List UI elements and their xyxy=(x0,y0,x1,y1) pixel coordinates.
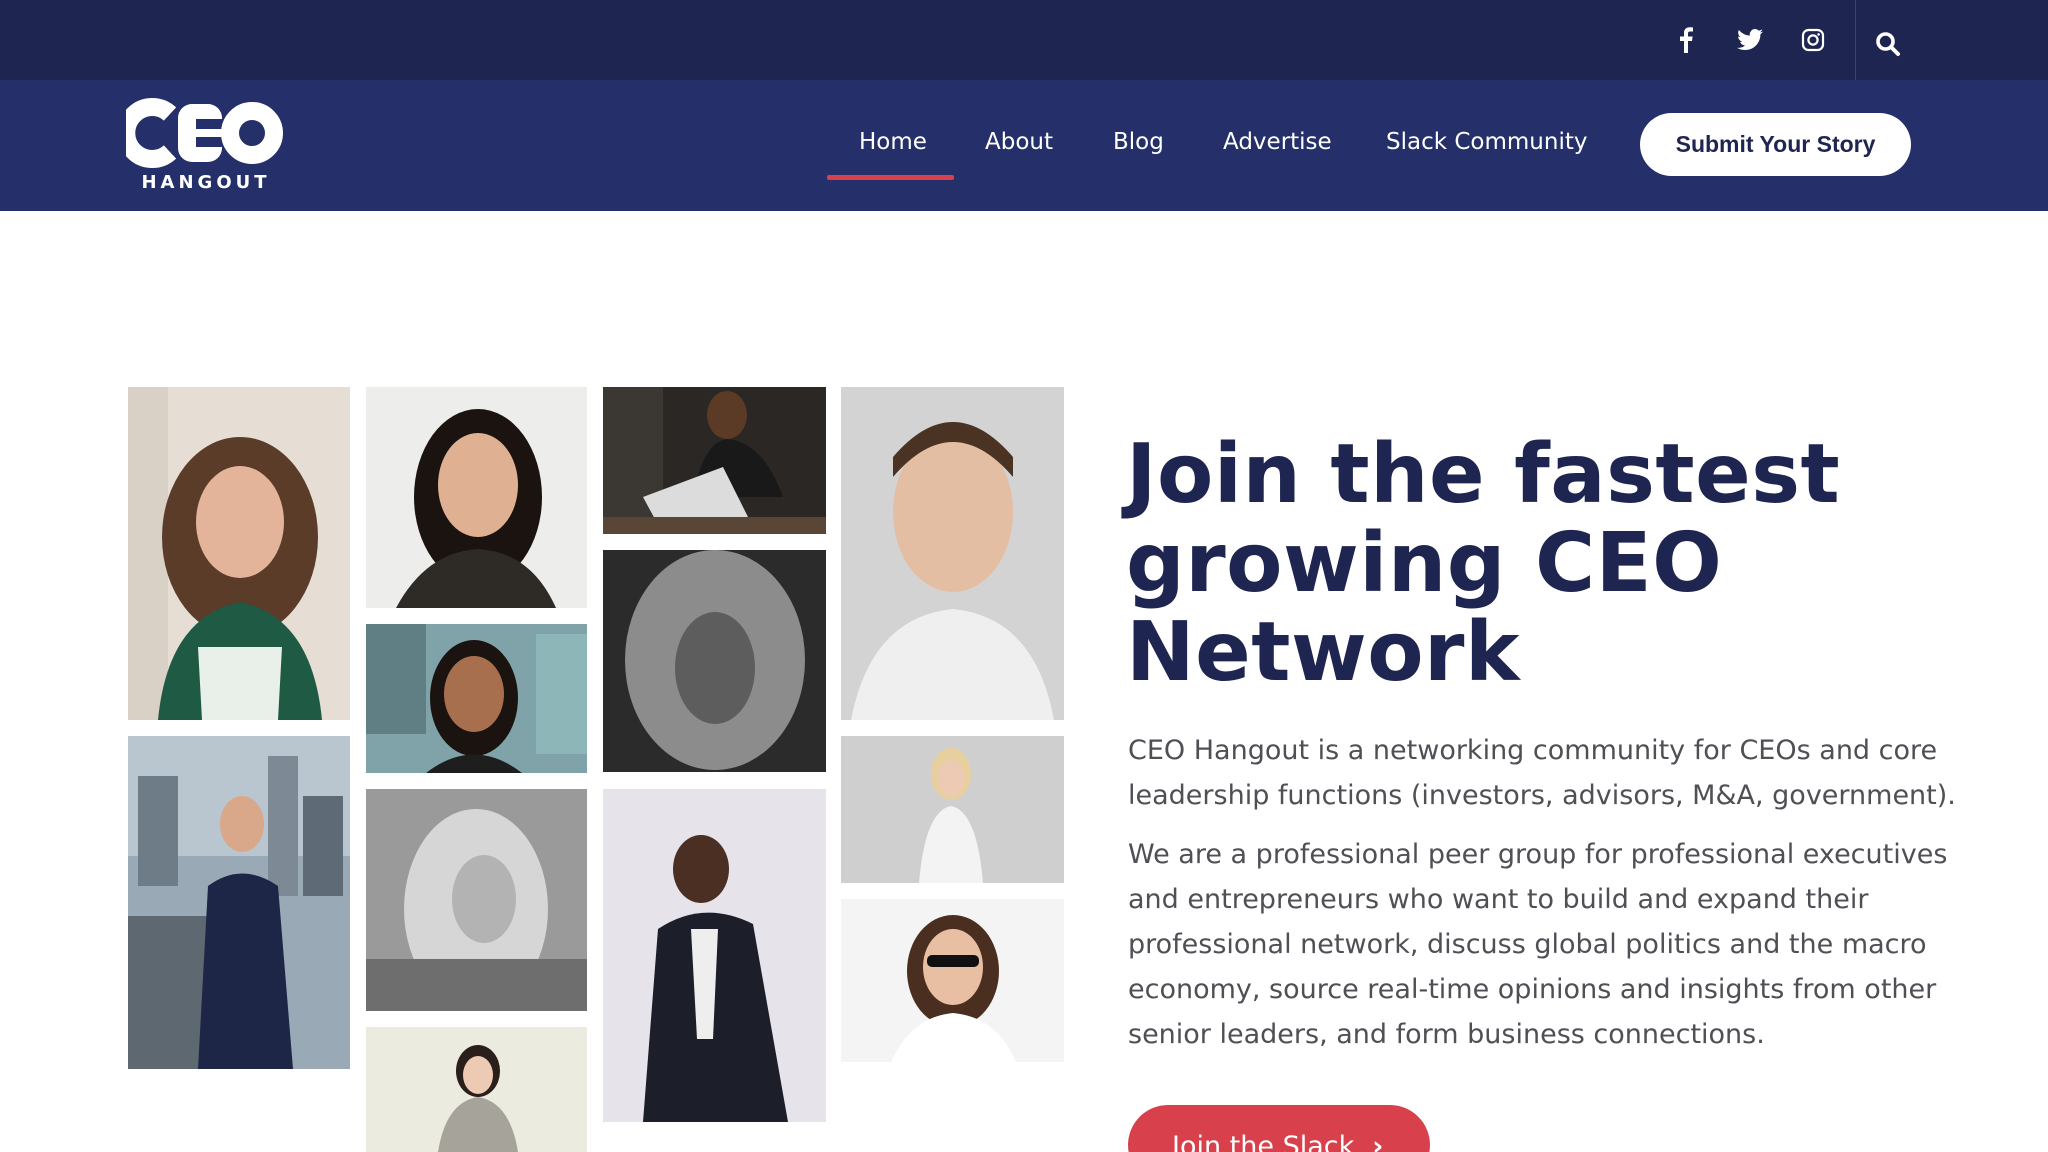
join-slack-label: Join the Slack xyxy=(1172,1131,1355,1152)
nav-item-blog[interactable]: Blog xyxy=(1113,125,1164,159)
photo-woman-glasses-whiteboard xyxy=(366,387,587,608)
photo-man-long-hair-bw xyxy=(603,550,826,772)
nav-item-home[interactable]: Home xyxy=(859,125,927,159)
hero-paragraph-details: We are a professional peer group for pro… xyxy=(1128,839,1948,1050)
hero-title: Join the fastest growing CEO Network xyxy=(1126,427,1841,700)
submit-story-button[interactable]: Submit Your Story xyxy=(1640,113,1911,176)
photo-woman-curly-hair xyxy=(128,387,350,720)
ceo-logo-mark xyxy=(117,98,283,168)
nav-item-slack-community[interactable]: Slack Community xyxy=(1386,125,1587,159)
active-nav-indicator xyxy=(827,175,954,180)
photo-woman-blonde-bw xyxy=(366,789,587,1011)
photo-man-laptop xyxy=(603,387,826,534)
nav-item-about[interactable]: About xyxy=(985,125,1053,159)
photo-woman-glasses-street xyxy=(366,624,587,773)
search-icon xyxy=(1876,32,1900,56)
photo-man-suit-tie xyxy=(603,789,826,1122)
logo-subtitle: HANGOUT xyxy=(141,172,271,193)
nav-item-advertise[interactable]: Advertise xyxy=(1223,125,1332,159)
topbar-divider xyxy=(1855,0,1856,80)
site-logo[interactable]: HANGOUT xyxy=(117,94,286,198)
twitter-icon[interactable] xyxy=(1732,22,1768,58)
search-button[interactable] xyxy=(1868,24,1908,64)
photo-man-suit-rooftop xyxy=(128,736,350,1069)
photo-woman-ok-gesture xyxy=(841,736,1064,883)
photo-man-glasses-white-tee xyxy=(841,387,1064,720)
photo-woman-phone xyxy=(366,1027,587,1152)
facebook-icon[interactable] xyxy=(1668,22,1704,58)
join-slack-button[interactable]: Join the Slack › xyxy=(1128,1105,1430,1152)
chevron-right-icon: › xyxy=(1372,1131,1384,1152)
photo-woman-sunglasses xyxy=(841,899,1064,1062)
instagram-icon[interactable] xyxy=(1795,22,1831,58)
hero-paragraph-intro: CEO Hangout is a networking community fo… xyxy=(1128,735,1956,811)
